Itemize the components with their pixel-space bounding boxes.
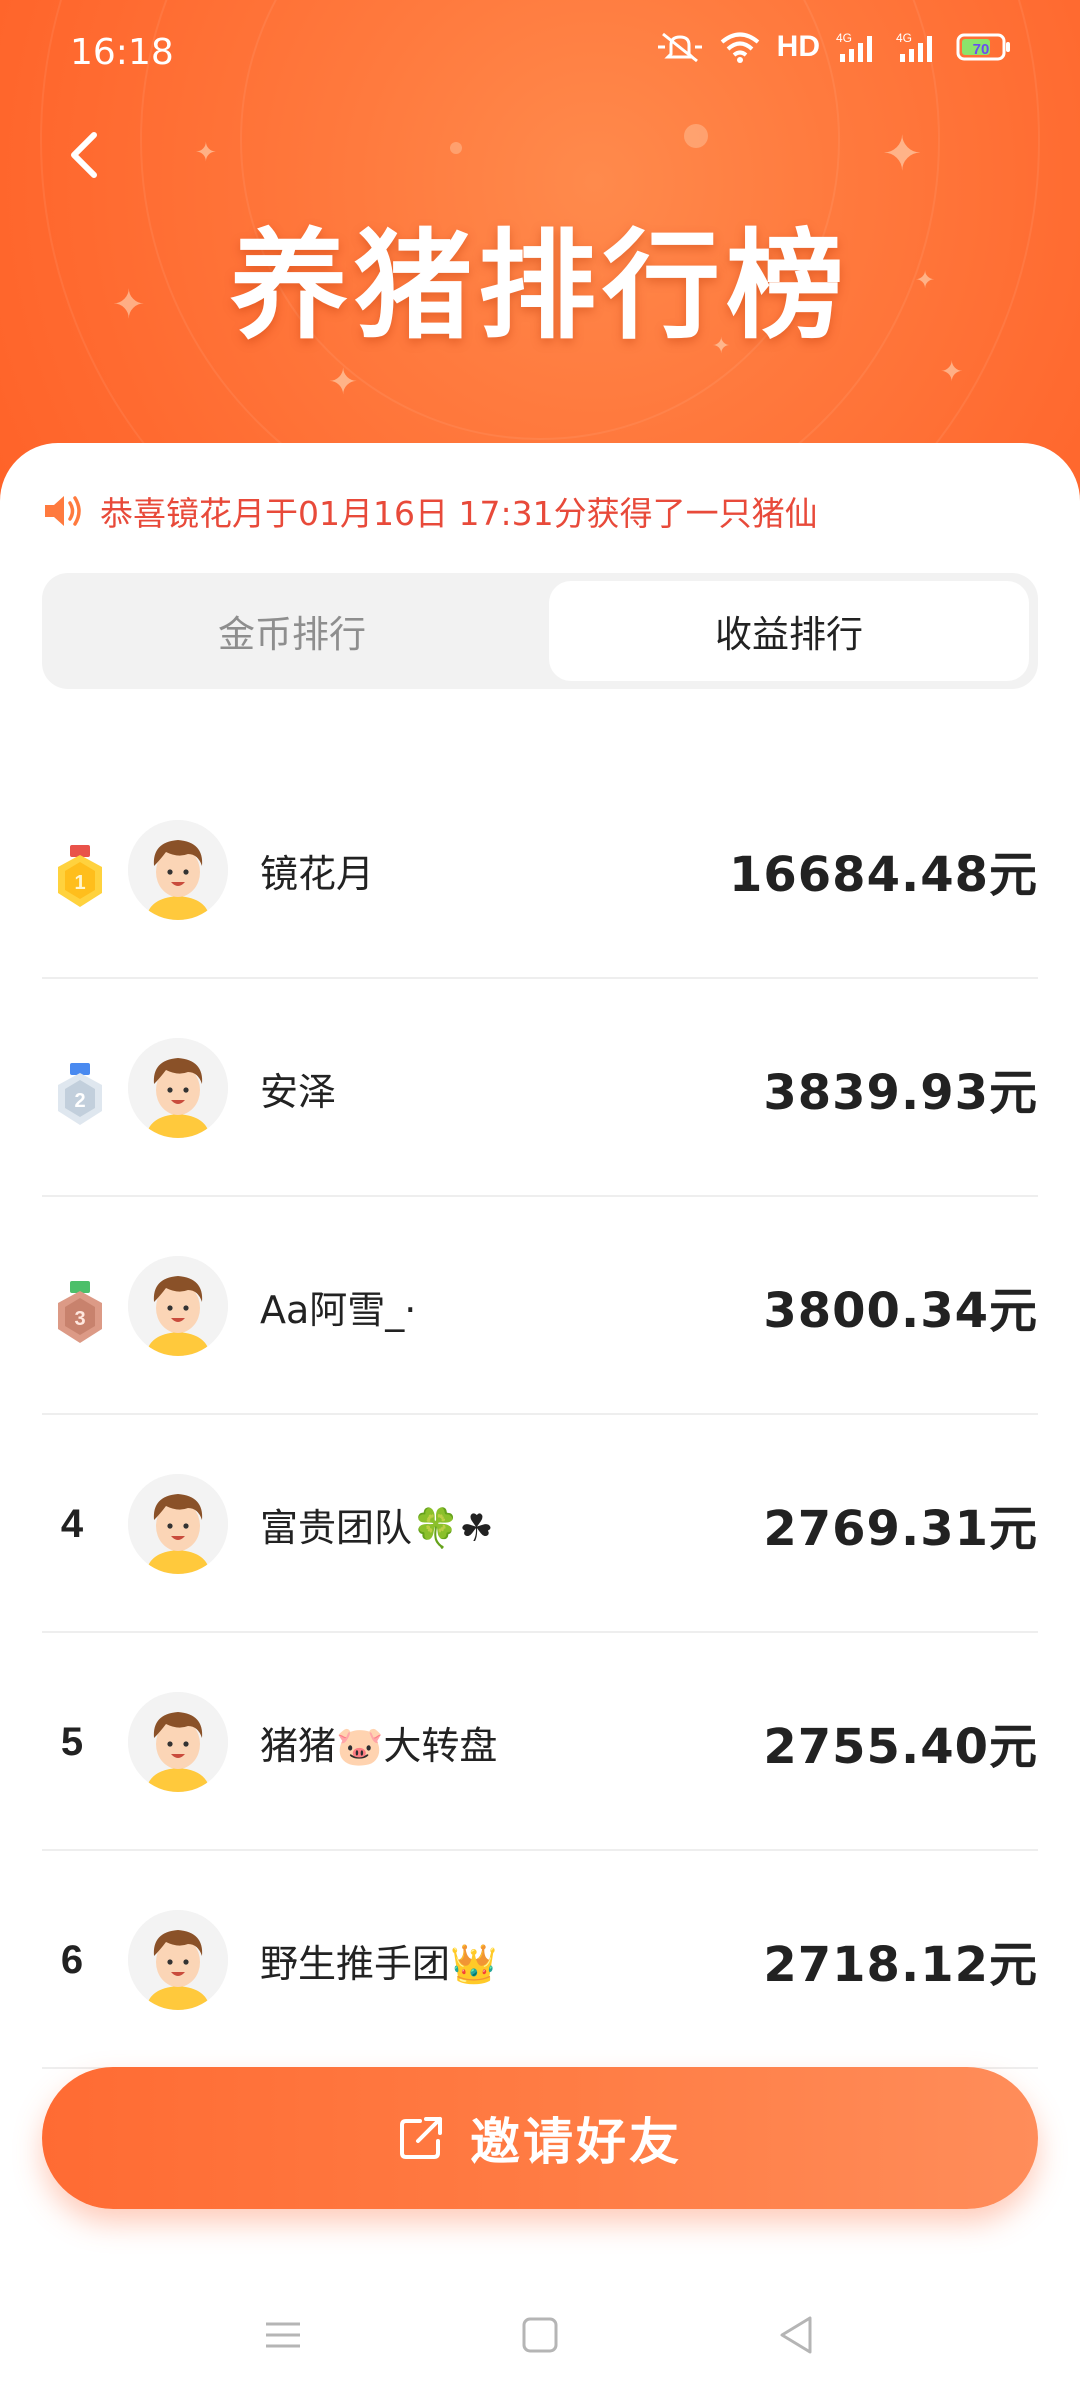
notice-text: 恭喜镜花月于01月16日 17:31分获得了一只猪仙 [100,494,818,533]
avatar [128,1256,228,1356]
ranking-row[interactable]: 5 猪猪🐷大转盘 2755.40元 [42,1633,1038,1851]
ranking-row[interactable]: 2 安泽 3839.93元 [42,979,1038,1197]
user-name: Aa阿雪_· [260,1287,417,1332]
status-time: 16:18 [70,32,174,73]
mute-bell-icon [657,32,702,63]
earnings-amount: 16684.48元 [728,847,1038,903]
ranking-row[interactable]: 1 镜花月 16684.48元 [42,761,1038,979]
earnings-amount: 2718.12元 [763,1937,1038,1993]
share-icon [400,2117,442,2159]
sparkle-icon: ✦ [940,355,964,388]
silver-medal-icon: 2 [58,1063,102,1125]
home-icon[interactable] [515,2310,565,2360]
medal-rank: 1 [74,872,85,894]
avatar [128,1038,228,1138]
user-name: 野生推手团👑 [260,1941,498,1986]
user-name: 镜花月 [260,851,375,896]
notice-bar: 恭喜镜花月于01月16日 17:31分获得了一只猪仙 [42,487,818,535]
avatar [128,820,228,920]
earnings-amount: 2769.31元 [763,1501,1038,1557]
ranking-list: 1 镜花月 16684.48元 2 安泽 3839.93元 3 Aa阿雪_· 3… [42,761,1038,2069]
rank-number: 5 [60,1719,84,1764]
network-label: 4G [896,31,912,45]
earnings-amount: 2755.40元 [763,1719,1038,1775]
earnings-amount: 3800.34元 [763,1283,1038,1339]
tab-coin-ranking[interactable]: 金币排行 [52,581,532,681]
battery-icon: 70 [956,33,1010,61]
sparkle-icon: ✦ [882,126,923,182]
system-navigation-bar [0,2290,1080,2380]
page-title: 养猪排行榜 [229,217,850,355]
rank-number: 4 [60,1501,84,1546]
ranking-tabs: 金币排行 收益排行 [42,573,1038,689]
menu-icon[interactable] [258,2310,308,2360]
header-banner: ✦ ✦ ✦ ✦ ✦ ✦ ✦ 16:18 HD 4G 4G 70 养猪排行榜 [0,0,1080,520]
avatar [128,1910,228,2010]
back-arrow-icon[interactable] [60,125,110,185]
back-triangle-icon[interactable] [772,2310,822,2360]
decor-dot [450,142,462,154]
ranking-row[interactable]: 6 野生推手团👑 2718.12元 [42,1851,1038,2069]
signal-icon: 4G [836,31,872,62]
medal-rank: 2 [74,1090,85,1112]
invite-friends-button[interactable]: 邀请好友 [42,2067,1038,2209]
gold-medal-icon: 1 [58,845,102,907]
medal-rank: 3 [74,1308,85,1330]
earnings-amount: 3839.93元 [763,1065,1038,1121]
speaker-icon [45,496,81,526]
decor-dot [684,124,708,148]
rank-number: 6 [60,1937,84,1982]
bronze-medal-icon: 3 [58,1281,102,1343]
avatar [128,1474,228,1574]
invite-button-label: 邀请好友 [470,2113,682,2171]
avatar [128,1692,228,1792]
user-name: 猪猪🐷大转盘 [260,1723,498,1768]
battery-level: 70 [973,41,990,58]
ranking-row[interactable]: 4 富贵团队🍀☘ 2769.31元 [42,1415,1038,1633]
hd-label: HD [776,30,820,63]
status-bar: 16:18 HD 4G 4G 70 [0,0,1080,110]
user-name: 安泽 [260,1069,337,1114]
network-label: 4G [836,31,852,45]
wifi-icon [720,32,759,63]
user-name: 富贵团队🍀☘ [260,1505,494,1550]
sparkle-icon: ✦ [195,138,217,168]
status-icons: HD 4G 4G 70 [657,30,1012,64]
signal-icon: 4G [896,31,932,62]
ranking-row[interactable]: 3 Aa阿雪_· 3800.34元 [42,1197,1038,1415]
tab-income-ranking[interactable]: 收益排行 [549,581,1029,681]
sparkle-icon: ✦ [328,362,359,403]
